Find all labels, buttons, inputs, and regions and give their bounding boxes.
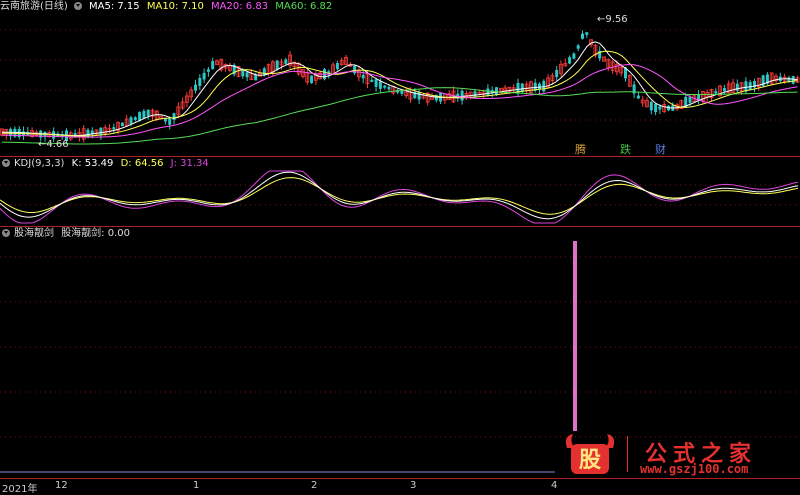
candle-body [460, 90, 464, 101]
candle-body [202, 72, 206, 80]
event-marker: 腾 [575, 142, 586, 156]
candle-body [241, 69, 245, 77]
candle-body [791, 76, 795, 84]
candle-body [284, 59, 288, 64]
candle-body [361, 74, 365, 79]
candle-body [495, 87, 498, 96]
candle-body [146, 109, 150, 116]
axis-label-apr: 4 [551, 480, 558, 491]
kdj-line [0, 171, 799, 220]
watermark-divider [627, 436, 628, 472]
axis-label-mar: 3 [410, 480, 417, 491]
candle-body [636, 95, 640, 99]
candle-body [374, 79, 378, 87]
candle-body [142, 110, 146, 119]
candle-body [198, 77, 202, 86]
stock-title: 云南旅游(日线) [0, 1, 68, 12]
candle-body [310, 75, 314, 84]
candle-body [688, 97, 692, 103]
axis-label-dec: 12 [55, 480, 68, 491]
candle-body [112, 127, 116, 130]
candle-body [649, 101, 653, 111]
candle-body [585, 32, 589, 35]
event-marker: 财 [655, 142, 666, 156]
ma5-label: MA5: 7.15 [89, 1, 140, 12]
candle-body [538, 83, 541, 90]
kdj-line [0, 177, 799, 215]
ma10-label: MA10: 7.10 [146, 1, 204, 12]
candle-body [572, 53, 576, 59]
candle-body [99, 127, 103, 136]
candle-body [120, 122, 124, 127]
logo-char: 股 [579, 448, 601, 473]
indicator-title: 股海靓剑 [14, 228, 54, 239]
candle-body [568, 57, 572, 64]
ma60-label: MA60: 6.82 [275, 1, 333, 12]
candle-body [722, 88, 726, 92]
candle-body [735, 83, 739, 91]
candle-body [129, 117, 133, 124]
candle-body [744, 81, 748, 92]
ma20-label: MA20: 6.83 [211, 1, 269, 12]
candle-body [370, 79, 374, 82]
main-chart-panel[interactable]: ←9.56 ←4.66 腾 跌 财 云南旅游(日线) MA5: 7.15 MA10: 7… [0, 0, 800, 157]
candle-body [262, 68, 266, 76]
candle-body [387, 86, 391, 90]
high-price-label: ←9.56 [597, 14, 628, 25]
candle-body [245, 72, 249, 78]
candle-body [206, 69, 210, 72]
candle-body [172, 113, 176, 120]
candle-body [400, 90, 404, 94]
candle-body [168, 118, 172, 125]
kdj-panel[interactable]: KDJ(9,3,3) K: 53.49 D: 64.56 J: 31.34 [0, 157, 800, 227]
kdj-title: KDJ(9,3,3) [14, 158, 65, 169]
candle-body [581, 33, 584, 39]
indicator-settings-icon[interactable] [2, 229, 10, 237]
moving-average-line [1, 63, 798, 138]
main-legend: 云南旅游(日线) MA5: 7.15 MA10: 7.10 MA20: 6.83… [0, 0, 336, 14]
date-axis: 2021年 12 1 2 3 4 [0, 478, 800, 495]
signal-bar [573, 241, 577, 431]
kdj-line [0, 170, 799, 224]
candle-body [383, 85, 387, 88]
indicator-legend: 股海靓剑 股海靓剑: 0.00 [0, 227, 134, 241]
event-marker: 跌 [620, 142, 631, 156]
candle-body [254, 74, 258, 81]
candle-body [787, 77, 791, 82]
watermark-url: www.gszj100.com [640, 462, 749, 476]
axis-label-feb: 2 [311, 480, 318, 491]
low-price-label: ←4.66 [38, 139, 69, 150]
candle-body [486, 88, 490, 97]
axis-label-year: 2021年 [2, 484, 38, 495]
candle-body [555, 69, 559, 78]
candle-body [211, 61, 215, 69]
candle-body [658, 106, 662, 110]
kdj-settings-icon[interactable] [2, 159, 10, 167]
candle-body [378, 81, 382, 89]
candle-body [133, 117, 137, 120]
kdj-d-label: D: 64.56 [120, 158, 164, 169]
kdj-legend: KDJ(9,3,3) K: 53.49 D: 64.56 J: 31.34 [0, 157, 213, 171]
candle-body [275, 60, 279, 70]
candle-body [417, 92, 421, 100]
candle-body [748, 82, 752, 90]
axis-label-jan: 1 [193, 480, 200, 491]
kdj-k-label: K: 53.49 [71, 158, 114, 169]
candle-body [654, 103, 658, 113]
candle-body [576, 45, 580, 49]
kdj-j-label: J: 31.34 [170, 158, 209, 169]
candle-body [714, 91, 718, 94]
candle-body [473, 91, 477, 97]
indicator-value: 股海靓剑: 0.00 [61, 228, 131, 239]
settings-dropdown-icon[interactable] [73, 2, 82, 10]
site-watermark: 股 公式之家 www.gszj100.com [555, 430, 800, 478]
candle-body [194, 84, 197, 91]
moving-average-line [1, 41, 798, 137]
candlestick-chart[interactable]: ←9.56 ←4.66 腾 跌 财 [0, 0, 800, 157]
gszj-logo-icon: 股 [565, 434, 615, 474]
candle-body [335, 62, 339, 70]
